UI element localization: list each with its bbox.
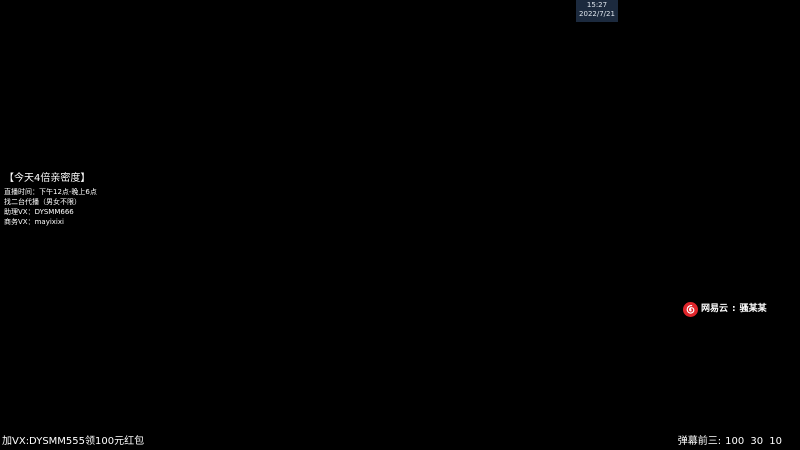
ranking-label: 弹幕前三:	[677, 436, 722, 447]
ranking-scores: 100 30 10	[725, 436, 782, 447]
netease-music-icon	[683, 301, 698, 317]
info-title: 【今天4倍亲密度】	[4, 173, 91, 184]
now-playing-widget: 网易云 : 骚某某	[683, 301, 767, 317]
info-line-business: 商务VX：mayixixi	[4, 218, 64, 226]
now-playing-separator: :	[732, 304, 736, 314]
promo-text: 加VX:DYSMM555领100元红包	[2, 436, 145, 447]
stream-overlay: 15:27 2022/7/21 【今天4倍亲密度】 直播时间：下午12点-晚上6…	[0, 0, 800, 450]
now-playing-track: 骚某某	[739, 304, 767, 314]
taskbar-clock[interactable]: 15:27 2022/7/21	[576, 0, 618, 22]
music-app-name: 网易云	[701, 304, 729, 314]
info-line-schedule: 直播时间：下午12点-晚上6点	[4, 188, 97, 196]
danmaku-ranking: 弹幕前三: 100 30 10	[678, 435, 782, 449]
clock-date: 2022/7/21	[579, 10, 615, 18]
info-line-recruit: 找二台代播（男女不限）	[4, 198, 81, 206]
clock-time: 15:27	[586, 1, 608, 9]
info-line-assistant: 助理VX：DYSMM666	[4, 208, 74, 216]
stream-info-panel: 【今天4倍亲密度】 直播时间：下午12点-晚上6点 找二台代播（男女不限） 助理…	[4, 172, 204, 227]
